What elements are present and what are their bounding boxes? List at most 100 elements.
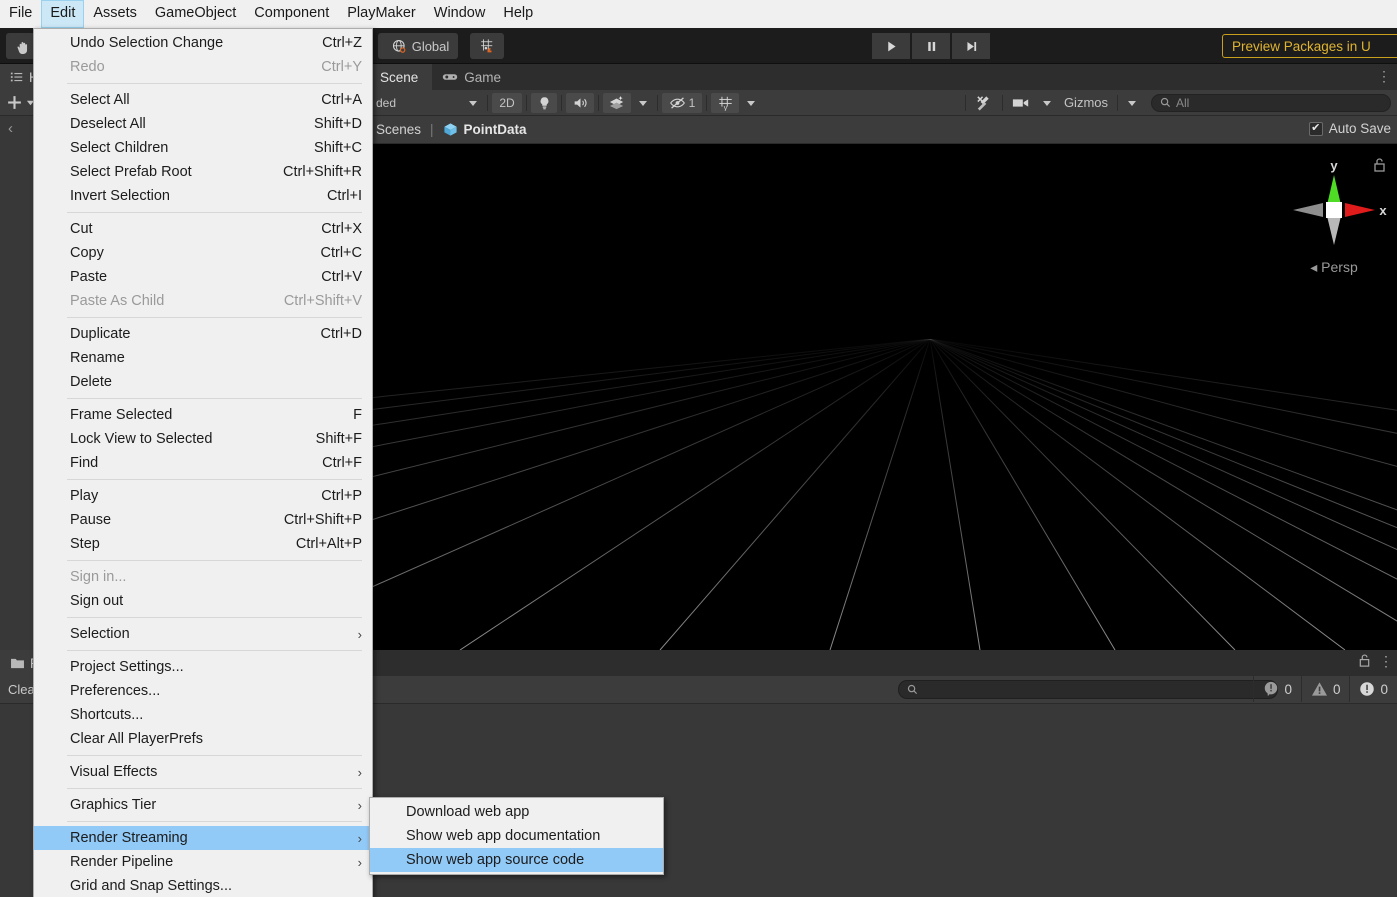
menu-item-pause[interactable]: Pause Ctrl+Shift+P bbox=[34, 508, 372, 532]
gizmos-button[interactable]: Gizmos bbox=[1059, 93, 1113, 113]
submenu-item-download-web-app[interactable]: Download web app bbox=[370, 800, 663, 824]
console-log-count: 0 bbox=[1284, 682, 1292, 697]
menu-item-cut[interactable]: CutCtrl+X bbox=[34, 217, 372, 241]
console-search-field[interactable] bbox=[898, 680, 1278, 699]
scene-camera-button[interactable] bbox=[1007, 93, 1035, 113]
menu-item-duplicate[interactable]: DuplicateCtrl+D bbox=[34, 322, 372, 346]
scene-viewport[interactable]: y x ◂ Persp bbox=[370, 144, 1397, 650]
unity-editor-window: FileEditAssetsGameObjectComponentPlayMak… bbox=[0, 0, 1397, 897]
menu-separator bbox=[67, 617, 362, 618]
toolbar-divider bbox=[657, 95, 658, 111]
menu-item-render-pipeline[interactable]: Render Pipeline› bbox=[34, 850, 372, 874]
menu-item-copy[interactable]: CopyCtrl+C bbox=[34, 241, 372, 265]
menu-item-label: Graphics Tier bbox=[70, 797, 156, 813]
play-button[interactable] bbox=[872, 33, 910, 59]
menu-item-step[interactable]: StepCtrl+Alt+P bbox=[34, 532, 372, 556]
submenu-item-show-web-app-source-code[interactable]: Show web app source code bbox=[370, 848, 663, 872]
console-error-counter[interactable]: 0 bbox=[1349, 676, 1397, 702]
menubar-item-playmaker[interactable]: PlayMaker bbox=[338, 0, 425, 28]
breadcrumb-current[interactable]: PointData bbox=[464, 122, 527, 137]
scene-grid-button[interactable]: y bbox=[711, 93, 739, 113]
warning-icon bbox=[1311, 681, 1328, 697]
gizmos-dropdown[interactable] bbox=[1122, 93, 1142, 113]
scene-tools-button[interactable] bbox=[970, 93, 998, 113]
scene-visibility-button[interactable]: 1 bbox=[662, 93, 702, 113]
preview-packages-badge[interactable]: Preview Packages in U bbox=[1222, 34, 1397, 58]
draw-mode-dropdown[interactable]: ded bbox=[371, 93, 483, 113]
grid-snapping-button[interactable] bbox=[470, 33, 504, 59]
toolbar-divider bbox=[706, 95, 707, 111]
toolbar-divider bbox=[1002, 95, 1003, 111]
gizmo-x-cone bbox=[1345, 203, 1375, 217]
menu-item-sign-out[interactable]: Sign out bbox=[34, 589, 372, 613]
console-warning-count: 0 bbox=[1333, 682, 1341, 697]
scene-grid-dropdown[interactable] bbox=[741, 93, 761, 113]
menu-item-label: Redo bbox=[70, 59, 105, 75]
pause-button[interactable] bbox=[912, 33, 950, 59]
submenu-arrow-icon: › bbox=[338, 855, 362, 870]
menubar-item-component[interactable]: Component bbox=[245, 0, 338, 28]
menu-item-rename[interactable]: Rename bbox=[34, 346, 372, 370]
menubar-item-window[interactable]: Window bbox=[425, 0, 495, 28]
scene-audio-button[interactable] bbox=[566, 93, 594, 113]
kebab-menu-icon[interactable]: ⋮ bbox=[1379, 655, 1393, 667]
step-button[interactable] bbox=[952, 33, 990, 59]
menu-item-render-streaming[interactable]: Render Streaming› bbox=[34, 826, 372, 850]
hierarchy-add-button[interactable] bbox=[0, 94, 35, 111]
menu-item-lock-view-to-selected[interactable]: Lock View to SelectedShift+F bbox=[34, 427, 372, 451]
menu-item-deselect-all[interactable]: Deselect AllShift+D bbox=[34, 112, 372, 136]
lock-open-icon[interactable] bbox=[1358, 654, 1371, 668]
menu-item-label: Copy bbox=[70, 245, 104, 261]
menu-item-clear-all-playerprefs[interactable]: Clear All PlayerPrefs bbox=[34, 727, 372, 751]
scene-tab-menu-icon[interactable]: ⋮ bbox=[1377, 69, 1391, 83]
menu-item-graphics-tier[interactable]: Graphics Tier› bbox=[34, 793, 372, 817]
menu-item-paste[interactable]: PasteCtrl+V bbox=[34, 265, 372, 289]
menu-item-project-settings[interactable]: Project Settings... bbox=[34, 655, 372, 679]
menubar-item-file[interactable]: File bbox=[0, 0, 41, 28]
scene-search-field[interactable]: All bbox=[1151, 94, 1391, 112]
breadcrumb-parent[interactable]: Scenes bbox=[370, 122, 421, 137]
menu-item-shortcut: Ctrl+Shift+P bbox=[260, 512, 362, 528]
scene-lighting-button[interactable] bbox=[531, 93, 557, 113]
2d-toggle-button[interactable]: 2D bbox=[492, 93, 522, 113]
scene-fx-dropdown[interactable] bbox=[633, 93, 653, 113]
menu-item-select-prefab-root[interactable]: Select Prefab RootCtrl+Shift+R bbox=[34, 160, 372, 184]
menu-item-label: Cut bbox=[70, 221, 93, 237]
submenu-item-show-web-app-documentation[interactable]: Show web app documentation bbox=[370, 824, 663, 848]
menubar-item-edit[interactable]: Edit bbox=[41, 0, 84, 28]
menu-item-delete[interactable]: Delete bbox=[34, 370, 372, 394]
menu-item-selection[interactable]: Selection› bbox=[34, 622, 372, 646]
console-log-counter[interactable]: 0 bbox=[1253, 676, 1301, 702]
auto-save-checkbox[interactable]: ✔ bbox=[1309, 122, 1323, 136]
menu-item-undo-selection-change[interactable]: Undo Selection ChangeCtrl+Z bbox=[34, 31, 372, 55]
scene-fx-button[interactable] bbox=[603, 93, 631, 113]
tab-game[interactable]: Game bbox=[432, 64, 515, 90]
tab-scene[interactable]: Scene bbox=[370, 64, 432, 90]
menu-item-frame-selected[interactable]: Frame SelectedF bbox=[34, 403, 372, 427]
hierarchy-back-arrow[interactable]: ‹ bbox=[8, 120, 13, 137]
menubar-item-assets[interactable]: Assets bbox=[84, 0, 146, 28]
menu-item-invert-selection[interactable]: Invert SelectionCtrl+I bbox=[34, 184, 372, 208]
menu-separator bbox=[67, 479, 362, 480]
effects-icon bbox=[609, 95, 625, 110]
menubar-item-help[interactable]: Help bbox=[494, 0, 542, 28]
pivot-rotation-global-button[interactable]: Global bbox=[378, 33, 458, 59]
console-warning-counter[interactable]: 0 bbox=[1301, 676, 1350, 702]
prefab-cube-icon bbox=[443, 122, 458, 137]
menubar-item-gameobject[interactable]: GameObject bbox=[146, 0, 245, 28]
menu-item-preferences[interactable]: Preferences... bbox=[34, 679, 372, 703]
gizmo-projection-row[interactable]: ◂ Persp bbox=[1279, 259, 1389, 276]
auto-save-toggle[interactable]: ✔ Auto Save bbox=[1309, 121, 1391, 136]
menu-item-shortcut: Ctrl+F bbox=[298, 455, 362, 471]
menu-item-select-all[interactable]: Select AllCtrl+A bbox=[34, 88, 372, 112]
step-icon bbox=[965, 40, 978, 53]
menu-item-visual-effects[interactable]: Visual Effects› bbox=[34, 760, 372, 784]
menu-item-find[interactable]: FindCtrl+F bbox=[34, 451, 372, 475]
menu-item-play[interactable]: PlayCtrl+P bbox=[34, 484, 372, 508]
menu-item-select-children[interactable]: Select ChildrenShift+C bbox=[34, 136, 372, 160]
menu-item-shortcuts[interactable]: Shortcuts... bbox=[34, 703, 372, 727]
scene-orientation-gizmo[interactable]: y x ◂ Persp bbox=[1279, 150, 1389, 280]
scene-camera-dropdown[interactable] bbox=[1037, 93, 1057, 113]
menu-item-grid-and-snap-settings[interactable]: Grid and Snap Settings... bbox=[34, 874, 372, 897]
menu-item-label: Pause bbox=[70, 512, 111, 528]
